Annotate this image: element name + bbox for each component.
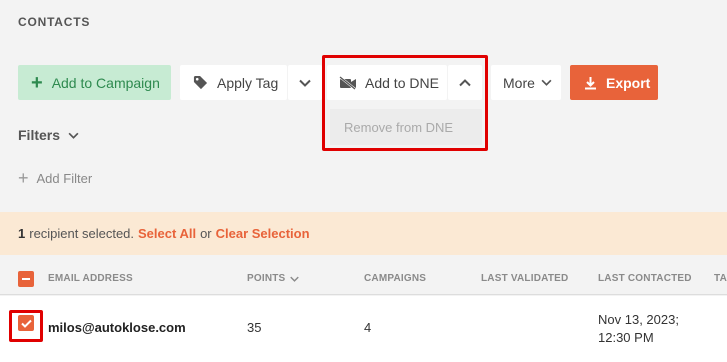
column-tags[interactable]: TA xyxy=(714,273,727,284)
column-points-label: POINTS xyxy=(247,273,286,284)
table-header: EMAIL ADDRESS POINTS CAMPAIGNS LAST VALI… xyxy=(0,255,727,295)
more-label: More xyxy=(503,74,535,91)
chevron-down-icon xyxy=(290,276,300,282)
column-campaigns[interactable]: CAMPAIGNS xyxy=(364,273,426,284)
chevron-down-icon xyxy=(299,79,311,87)
export-button[interactable]: Export xyxy=(570,65,658,100)
add-filter-label: Add Filter xyxy=(36,171,93,186)
remove-from-dne-menu-item[interactable]: Remove from DNE xyxy=(330,109,482,145)
plus-icon: + xyxy=(31,71,43,94)
column-points[interactable]: POINTS xyxy=(247,273,300,284)
video-off-icon xyxy=(339,75,357,90)
selection-or: or xyxy=(200,226,212,241)
selection-bar: 1 recipient selected. Select All or Clea… xyxy=(0,212,727,255)
column-email[interactable]: EMAIL ADDRESS xyxy=(48,273,133,284)
filters-toggle[interactable]: Filters xyxy=(18,127,79,143)
row-campaigns: 4 xyxy=(364,320,372,335)
checkmark-icon xyxy=(20,319,32,328)
row-email[interactable]: milos@autoklose.com xyxy=(48,320,186,335)
download-icon xyxy=(584,76,597,90)
table-row[interactable]: milos@autoklose.com 35 4 Nov 13, 2023; 1… xyxy=(0,296,727,362)
row-last-contacted: Nov 13, 2023; 12:30 PM xyxy=(598,311,708,347)
plus-icon: + xyxy=(18,168,29,188)
page-title: CONTACTS xyxy=(18,15,91,29)
select-all-checkbox[interactable] xyxy=(18,271,34,287)
chevron-down-icon xyxy=(541,79,552,86)
export-label: Export xyxy=(606,74,651,91)
chevron-up-icon xyxy=(459,78,471,87)
row-last-contacted-time: 12:30 PM xyxy=(598,330,654,345)
add-filter-button[interactable]: + Add Filter xyxy=(18,168,92,189)
dne-dropdown-button[interactable] xyxy=(448,65,482,100)
more-button[interactable]: More xyxy=(491,65,561,100)
add-to-campaign-label: Add to Campaign xyxy=(51,74,160,91)
apply-tag-label: Apply Tag xyxy=(217,74,279,91)
chevron-down-icon xyxy=(68,132,79,139)
row-points: 35 xyxy=(247,320,262,335)
add-to-dne-label: Add to DNE xyxy=(365,74,439,91)
row-checkbox[interactable] xyxy=(18,315,34,331)
selection-text: recipient selected. xyxy=(29,226,135,241)
tag-icon xyxy=(193,75,208,90)
add-to-campaign-button[interactable]: + Add to Campaign xyxy=(18,65,171,100)
filters-label: Filters xyxy=(18,127,61,143)
column-last-validated[interactable]: LAST VALIDATED xyxy=(481,273,568,284)
select-all-link[interactable]: Select All xyxy=(138,226,196,241)
apply-tag-dropdown-button[interactable] xyxy=(288,65,322,100)
apply-tag-button[interactable]: Apply Tag xyxy=(180,65,287,100)
row-last-contacted-date: Nov 13, 2023; xyxy=(598,312,679,327)
clear-selection-link[interactable]: Clear Selection xyxy=(216,226,310,241)
column-last-contacted[interactable]: LAST CONTACTED xyxy=(598,273,692,284)
add-to-dne-button[interactable]: Add to DNE xyxy=(327,65,447,100)
selection-count: 1 xyxy=(18,226,26,241)
